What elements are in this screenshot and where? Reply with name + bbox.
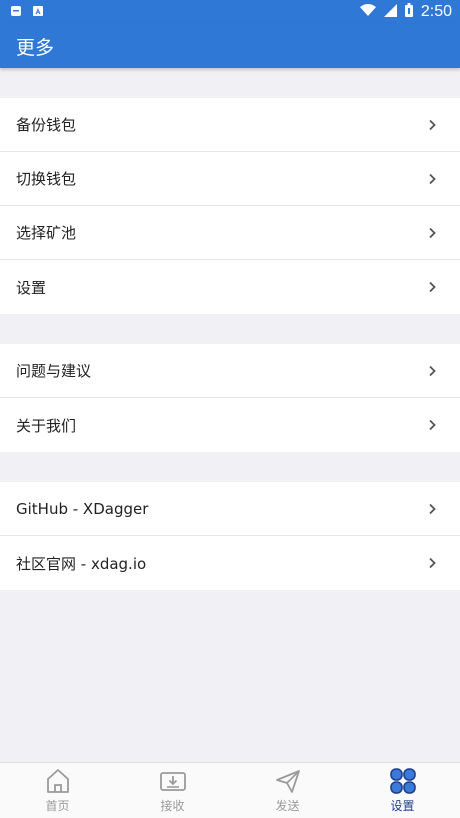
menu-item-label: GitHub - XDagger bbox=[16, 499, 149, 518]
chevron-right-icon bbox=[429, 227, 436, 238]
a-icon bbox=[32, 3, 44, 21]
chevron-right-icon bbox=[429, 557, 436, 569]
receive-icon bbox=[159, 772, 186, 791]
menu-item-label: 选择矿池 bbox=[16, 224, 77, 242]
menu-item-switch-wallet[interactable]: 切换钱包 bbox=[0, 152, 460, 206]
wifi-icon bbox=[359, 3, 376, 21]
settings-group-links: GitHub - XDagger 社区官网 - xdag.io bbox=[0, 482, 460, 590]
battery-icon bbox=[404, 3, 413, 21]
menu-item-label: 设置 bbox=[16, 278, 47, 297]
menu-item-about-us[interactable]: 关于我们 bbox=[0, 398, 460, 452]
menu-item-label: 问题与建议 bbox=[16, 362, 92, 380]
tab-settings[interactable]: 设置 bbox=[345, 763, 460, 818]
tab-label: 接收 bbox=[160, 799, 185, 813]
menu-item-label: 备份钱包 bbox=[16, 116, 77, 134]
menu-item-select-pool[interactable]: 选择矿池 bbox=[0, 206, 460, 260]
chevron-right-icon bbox=[429, 419, 436, 431]
tab-label: 发送 bbox=[275, 799, 300, 813]
signal-icon bbox=[383, 3, 397, 21]
settings-group-wallet: 备份钱包 切换钱包 选择矿池 设置 bbox=[0, 98, 460, 314]
home-icon bbox=[46, 769, 69, 793]
menu-item-label: 切换钱包 bbox=[16, 170, 77, 188]
send-icon bbox=[275, 770, 300, 793]
chevron-right-icon bbox=[429, 503, 436, 514]
tab-home[interactable]: 首页 bbox=[0, 763, 115, 818]
chevron-right-icon bbox=[429, 365, 436, 376]
settings-list: 备份钱包 切换钱包 选择矿池 设置 问题与建议 关于我们 GitHub - XD… bbox=[0, 68, 460, 590]
status-bar: 2:50 bbox=[0, 0, 460, 24]
chevron-right-icon bbox=[429, 173, 436, 184]
menu-item-label: 社区官网 - xdag.io bbox=[16, 554, 147, 573]
chevron-right-icon bbox=[429, 281, 436, 293]
settings-group-support: 问题与建议 关于我们 bbox=[0, 344, 460, 452]
tab-label: 首页 bbox=[45, 799, 70, 813]
chevron-right-icon bbox=[429, 119, 436, 130]
tab-receive[interactable]: 接收 bbox=[115, 763, 230, 818]
app-bar: 更多 bbox=[0, 24, 460, 68]
settings-grid-icon bbox=[389, 768, 416, 794]
menu-item-label: 关于我们 bbox=[16, 416, 77, 435]
menu-item-backup-wallet[interactable]: 备份钱包 bbox=[0, 98, 460, 152]
page-title: 更多 bbox=[16, 36, 55, 59]
tab-send[interactable]: 发送 bbox=[230, 763, 345, 818]
menu-item-settings[interactable]: 设置 bbox=[0, 260, 460, 314]
tab-label: 设置 bbox=[390, 799, 415, 813]
status-time: 2:50 bbox=[420, 3, 452, 20]
menu-item-github[interactable]: GitHub - XDagger bbox=[0, 482, 460, 536]
menu-item-community-site[interactable]: 社区官网 - xdag.io bbox=[0, 536, 460, 590]
notification-icon bbox=[10, 3, 22, 21]
bottom-tab-bar: 首页 接收 发送 设置 bbox=[0, 762, 460, 818]
menu-item-feedback[interactable]: 问题与建议 bbox=[0, 344, 460, 398]
